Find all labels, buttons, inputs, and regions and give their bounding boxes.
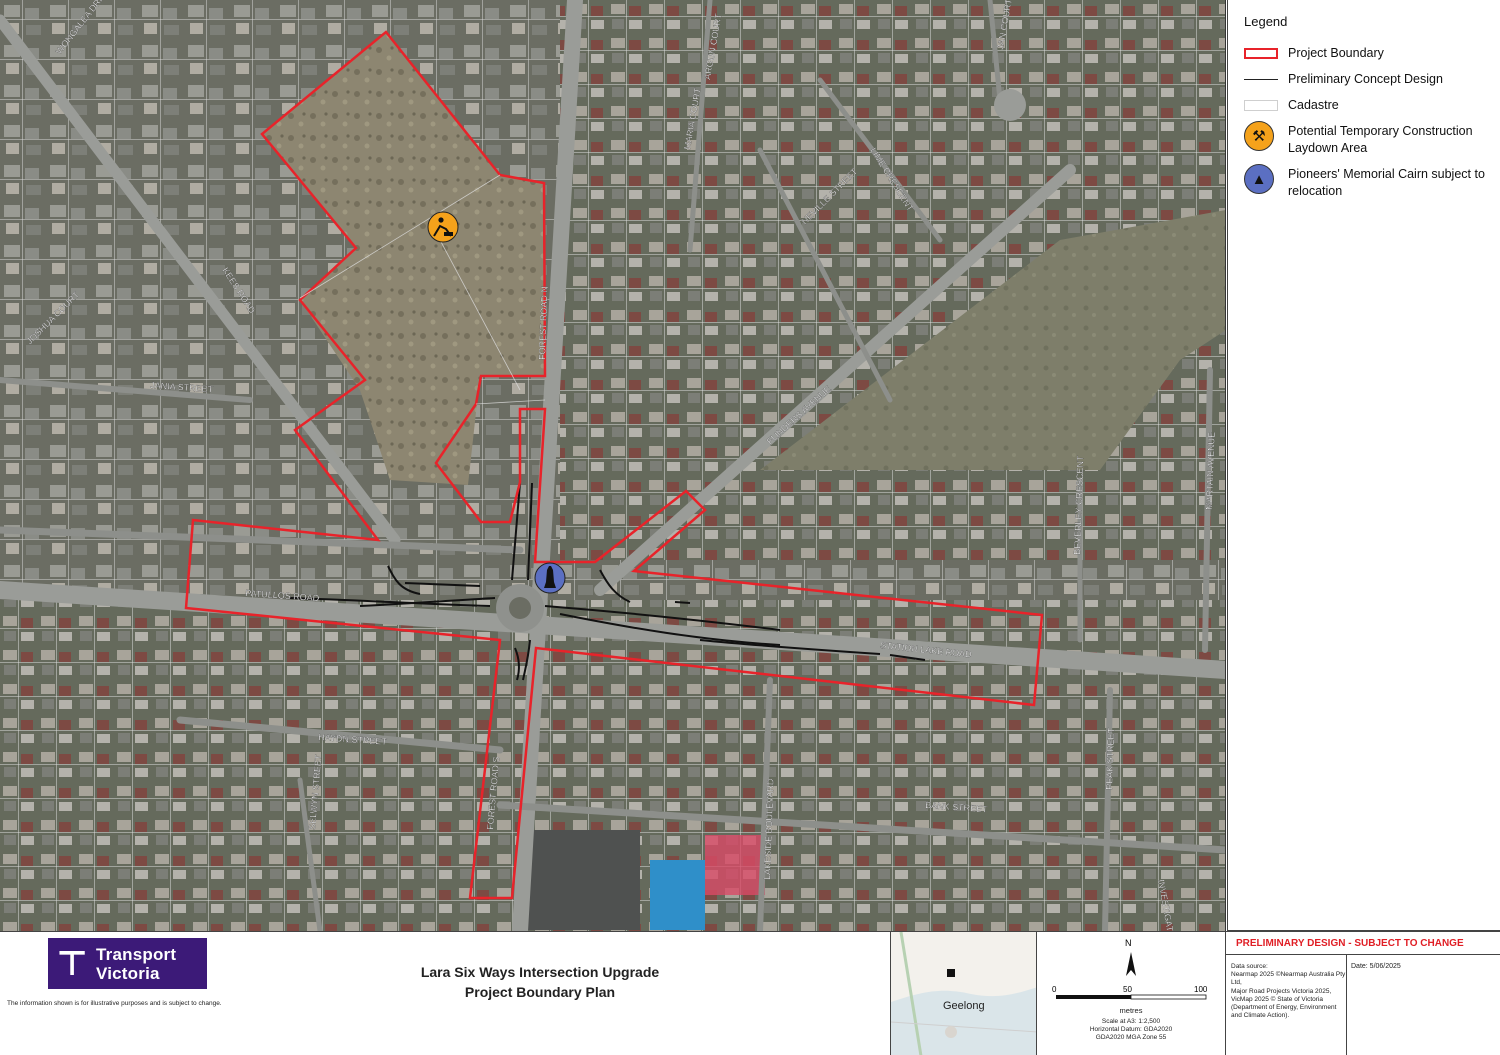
legend-title: Legend	[1244, 14, 1288, 29]
inset-place-label: Geelong	[943, 1000, 985, 1012]
north-arrow-icon	[1126, 952, 1136, 976]
legend-label: Cadastre	[1288, 98, 1339, 112]
inset-location-map: Geelong	[890, 932, 1037, 1055]
memorial-cairn-icon[interactable]	[534, 562, 566, 594]
inset-map-graphic	[891, 932, 1036, 1055]
disclaimer: The information shown is for illustrativ…	[7, 1000, 222, 1007]
map-zone: GDA2020 MGA Zone 55	[1095, 1034, 1167, 1041]
north-label: N	[1125, 938, 1132, 948]
data-source: Data source: Nearmap 2025 ©Nearmap Austra…	[1231, 963, 1346, 1020]
brand-line2: Victoria	[96, 963, 160, 983]
legend-item-memorial-cairn: ▲ Pioneers' Memorial Cairn subject to re…	[1244, 164, 1494, 200]
construction-worker-icon[interactable]	[427, 211, 459, 243]
memorial-cairn-icon: ▲	[1244, 164, 1274, 194]
transport-victoria-logo: ⊤ Transport Victoria	[48, 938, 207, 989]
horizontal-datum: Horizontal Datum: GDA2020	[1089, 1026, 1173, 1033]
legend-label: Preliminary Concept Design	[1288, 72, 1443, 86]
legend-panel: Legend Project Boundary Preliminary Conc…	[1227, 0, 1500, 931]
aerial-map[interactable]: WONGALEA DRIVEKEES ROADJOSHUA COURTJANIA…	[0, 0, 1226, 931]
legend-label: Project Boundary	[1288, 46, 1384, 60]
footer: ⊤ Transport Victoria The information sho…	[0, 931, 1500, 1055]
legend-item-concept-design: Preliminary Concept Design	[1244, 71, 1494, 88]
scale-unit: metres	[1119, 1006, 1143, 1015]
plan-title-line2: Project Boundary Plan	[464, 984, 616, 1000]
construction-worker-icon: ⚒	[1244, 121, 1274, 151]
scale-block: N 0 50 100 metres Scale at A3: 1:2,500 H…	[1038, 932, 1224, 1055]
plan-title: Lara Six Ways Intersection Upgrade Proje…	[300, 962, 780, 1002]
scale-tick-100: 100	[1194, 985, 1208, 994]
legend-label: Pioneers' Memorial Cairn subject to relo…	[1288, 167, 1485, 198]
plan-date: Date: 5/06/2025	[1346, 955, 1500, 1055]
map-panel[interactable]: WONGALEA DRIVE KEES ROAD JOSHUA COURT JANIA…	[0, 0, 1226, 931]
scale-tick-0: 0	[1052, 985, 1057, 994]
project-boundary-swatch	[1244, 48, 1278, 59]
scale-tick-50: 50	[1123, 985, 1132, 994]
tv-logo-icon: ⊤	[56, 944, 88, 983]
scale-ratio: Scale at A3: 1:2,500	[1101, 1018, 1161, 1025]
preliminary-notice: PRELIMINARY DESIGN - SUBJECT TO CHANGE	[1226, 932, 1500, 955]
legend-label: Potential Temporary Construction Laydown…	[1288, 124, 1473, 155]
cadastre-swatch	[1244, 100, 1278, 111]
plan-title-line1: Lara Six Ways Intersection Upgrade	[420, 964, 660, 980]
legend-item-cadastre: Cadastre	[1244, 97, 1494, 114]
notice-block: PRELIMINARY DESIGN - SUBJECT TO CHANGE D…	[1225, 932, 1500, 1055]
legend-item-project-boundary: Project Boundary	[1244, 45, 1494, 62]
brand-line1: Transport	[96, 944, 177, 964]
concept-design-swatch	[1244, 79, 1278, 80]
legend-item-laydown-area: ⚒ Potential Temporary Construction Laydo…	[1244, 121, 1494, 157]
